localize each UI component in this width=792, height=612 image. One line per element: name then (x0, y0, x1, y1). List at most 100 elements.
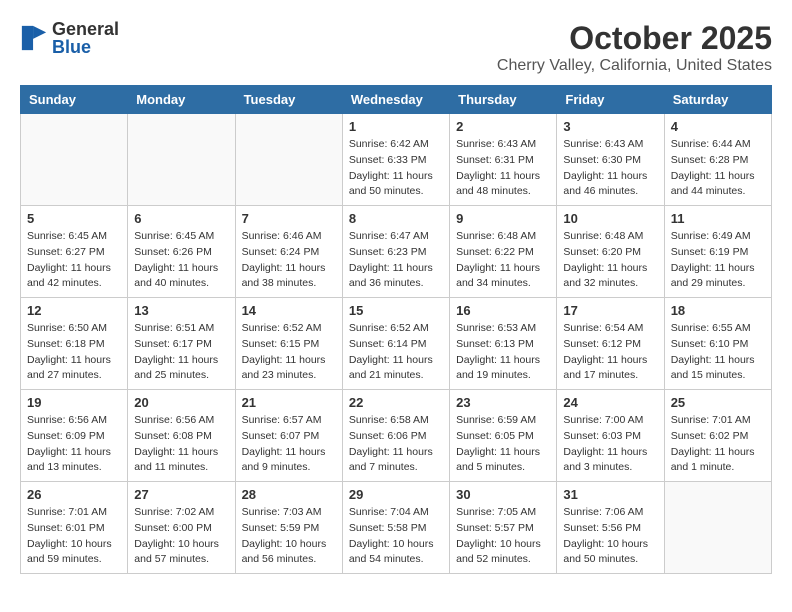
weekday-header-row: SundayMondayTuesdayWednesdayThursdayFrid… (21, 86, 772, 114)
day-info: Sunrise: 6:46 AM Sunset: 6:24 PM Dayligh… (242, 229, 336, 292)
calendar-cell: 2 Sunrise: 6:43 AM Sunset: 6:31 PM Daylig… (450, 114, 557, 206)
calendar-cell: 28 Sunrise: 7:03 AM Sunset: 5:59 PM Dayli… (235, 482, 342, 574)
calendar-cell: 26 Sunrise: 7:01 AM Sunset: 6:01 PM Dayli… (21, 482, 128, 574)
calendar-body: 1 Sunrise: 6:42 AM Sunset: 6:33 PM Daylig… (21, 114, 772, 574)
weekday-thursday: Thursday (450, 86, 557, 114)
day-info: Sunrise: 6:58 AM Sunset: 6:06 PM Dayligh… (349, 413, 443, 476)
day-number: 29 (349, 487, 443, 502)
day-number: 23 (456, 395, 550, 410)
day-info: Sunrise: 6:45 AM Sunset: 6:27 PM Dayligh… (27, 229, 121, 292)
day-info: Sunrise: 7:01 AM Sunset: 6:02 PM Dayligh… (671, 413, 765, 476)
calendar-cell (21, 114, 128, 206)
calendar-cell: 27 Sunrise: 7:02 AM Sunset: 6:00 PM Dayli… (128, 482, 235, 574)
day-info: Sunrise: 6:57 AM Sunset: 6:07 PM Dayligh… (242, 413, 336, 476)
day-info: Sunrise: 6:53 AM Sunset: 6:13 PM Dayligh… (456, 321, 550, 384)
day-info: Sunrise: 7:06 AM Sunset: 5:56 PM Dayligh… (563, 505, 657, 568)
day-number: 13 (134, 303, 228, 318)
day-number: 5 (27, 211, 121, 226)
day-info: Sunrise: 6:42 AM Sunset: 6:33 PM Dayligh… (349, 137, 443, 200)
day-info: Sunrise: 6:51 AM Sunset: 6:17 PM Dayligh… (134, 321, 228, 384)
calendar-cell: 16 Sunrise: 6:53 AM Sunset: 6:13 PM Dayli… (450, 298, 557, 390)
day-info: Sunrise: 6:45 AM Sunset: 6:26 PM Dayligh… (134, 229, 228, 292)
day-info: Sunrise: 7:03 AM Sunset: 5:59 PM Dayligh… (242, 505, 336, 568)
calendar-cell: 30 Sunrise: 7:05 AM Sunset: 5:57 PM Dayli… (450, 482, 557, 574)
weekday-tuesday: Tuesday (235, 86, 342, 114)
calendar-week-3: 12Sunrise: 6:50 AM Sunset: 6:18 PM Dayli… (21, 298, 772, 390)
calendar-cell (664, 482, 771, 574)
calendar-cell: 9 Sunrise: 6:48 AM Sunset: 6:22 PM Daylig… (450, 206, 557, 298)
day-number: 3 (563, 119, 657, 134)
day-number: 28 (242, 487, 336, 502)
day-info: Sunrise: 7:01 AM Sunset: 6:01 PM Dayligh… (27, 505, 121, 568)
weekday-saturday: Saturday (664, 86, 771, 114)
day-info: Sunrise: 6:59 AM Sunset: 6:05 PM Dayligh… (456, 413, 550, 476)
day-info: Sunrise: 6:48 AM Sunset: 6:22 PM Dayligh… (456, 229, 550, 292)
calendar-cell: 12Sunrise: 6:50 AM Sunset: 6:18 PM Dayli… (21, 298, 128, 390)
calendar-cell: 13 Sunrise: 6:51 AM Sunset: 6:17 PM Dayli… (128, 298, 235, 390)
day-info: Sunrise: 7:00 AM Sunset: 6:03 PM Dayligh… (563, 413, 657, 476)
day-number: 8 (349, 211, 443, 226)
calendar-table: SundayMondayTuesdayWednesdayThursdayFrid… (20, 85, 772, 574)
day-number: 1 (349, 119, 443, 134)
calendar-cell: 1 Sunrise: 6:42 AM Sunset: 6:33 PM Daylig… (342, 114, 449, 206)
calendar-cell: 20 Sunrise: 6:56 AM Sunset: 6:08 PM Dayli… (128, 390, 235, 482)
day-number: 14 (242, 303, 336, 318)
logo-text: General Blue (52, 20, 119, 56)
day-number: 16 (456, 303, 550, 318)
calendar-week-2: 5 Sunrise: 6:45 AM Sunset: 6:27 PM Daylig… (21, 206, 772, 298)
calendar-cell: 15 Sunrise: 6:52 AM Sunset: 6:14 PM Dayli… (342, 298, 449, 390)
calendar-cell: 29 Sunrise: 7:04 AM Sunset: 5:58 PM Dayli… (342, 482, 449, 574)
day-number: 26 (27, 487, 121, 502)
day-number: 27 (134, 487, 228, 502)
day-number: 20 (134, 395, 228, 410)
day-info: Sunrise: 7:05 AM Sunset: 5:57 PM Dayligh… (456, 505, 550, 568)
day-info: Sunrise: 6:52 AM Sunset: 6:15 PM Dayligh… (242, 321, 336, 384)
day-number: 17 (563, 303, 657, 318)
calendar-week-5: 26 Sunrise: 7:01 AM Sunset: 6:01 PM Dayli… (21, 482, 772, 574)
day-number: 24 (563, 395, 657, 410)
calendar-cell: 31 Sunrise: 7:06 AM Sunset: 5:56 PM Dayli… (557, 482, 664, 574)
day-info: Sunrise: 6:55 AM Sunset: 6:10 PM Dayligh… (671, 321, 765, 384)
calendar-cell: 6 Sunrise: 6:45 AM Sunset: 6:26 PM Daylig… (128, 206, 235, 298)
calendar-cell: 14 Sunrise: 6:52 AM Sunset: 6:15 PM Dayli… (235, 298, 342, 390)
calendar-cell: 5 Sunrise: 6:45 AM Sunset: 6:27 PM Daylig… (21, 206, 128, 298)
weekday-friday: Friday (557, 86, 664, 114)
day-info: Sunrise: 6:43 AM Sunset: 6:31 PM Dayligh… (456, 137, 550, 200)
logo-general: General (52, 20, 119, 38)
location-title: Cherry Valley, California, United States (497, 57, 772, 75)
calendar-cell: 8Sunrise: 6:47 AM Sunset: 6:23 PM Daylig… (342, 206, 449, 298)
day-number: 25 (671, 395, 765, 410)
day-info: Sunrise: 6:52 AM Sunset: 6:14 PM Dayligh… (349, 321, 443, 384)
day-number: 21 (242, 395, 336, 410)
day-info: Sunrise: 7:04 AM Sunset: 5:58 PM Dayligh… (349, 505, 443, 568)
day-info: Sunrise: 6:56 AM Sunset: 6:08 PM Dayligh… (134, 413, 228, 476)
weekday-wednesday: Wednesday (342, 86, 449, 114)
calendar-cell: 18Sunrise: 6:55 AM Sunset: 6:10 PM Dayli… (664, 298, 771, 390)
day-number: 12 (27, 303, 121, 318)
calendar-cell: 25 Sunrise: 7:01 AM Sunset: 6:02 PM Dayli… (664, 390, 771, 482)
day-info: Sunrise: 6:48 AM Sunset: 6:20 PM Dayligh… (563, 229, 657, 292)
day-info: Sunrise: 6:54 AM Sunset: 6:12 PM Dayligh… (563, 321, 657, 384)
weekday-monday: Monday (128, 86, 235, 114)
calendar-cell: 10 Sunrise: 6:48 AM Sunset: 6:20 PM Dayli… (557, 206, 664, 298)
day-info: Sunrise: 6:49 AM Sunset: 6:19 PM Dayligh… (671, 229, 765, 292)
day-number: 30 (456, 487, 550, 502)
logo: General Blue (20, 20, 119, 56)
calendar-cell: 7Sunrise: 6:46 AM Sunset: 6:24 PM Daylig… (235, 206, 342, 298)
day-number: 9 (456, 211, 550, 226)
calendar-cell (235, 114, 342, 206)
calendar-cell: 23 Sunrise: 6:59 AM Sunset: 6:05 PM Dayli… (450, 390, 557, 482)
calendar-cell: 22Sunrise: 6:58 AM Sunset: 6:06 PM Dayli… (342, 390, 449, 482)
weekday-sunday: Sunday (21, 86, 128, 114)
day-number: 31 (563, 487, 657, 502)
calendar-week-1: 1 Sunrise: 6:42 AM Sunset: 6:33 PM Daylig… (21, 114, 772, 206)
calendar-week-4: 19Sunrise: 6:56 AM Sunset: 6:09 PM Dayli… (21, 390, 772, 482)
day-number: 10 (563, 211, 657, 226)
day-info: Sunrise: 7:02 AM Sunset: 6:00 PM Dayligh… (134, 505, 228, 568)
day-info: Sunrise: 6:56 AM Sunset: 6:09 PM Dayligh… (27, 413, 121, 476)
day-number: 15 (349, 303, 443, 318)
calendar-cell: 17 Sunrise: 6:54 AM Sunset: 6:12 PM Dayli… (557, 298, 664, 390)
day-number: 2 (456, 119, 550, 134)
calendar-cell: 21 Sunrise: 6:57 AM Sunset: 6:07 PM Dayli… (235, 390, 342, 482)
day-number: 6 (134, 211, 228, 226)
